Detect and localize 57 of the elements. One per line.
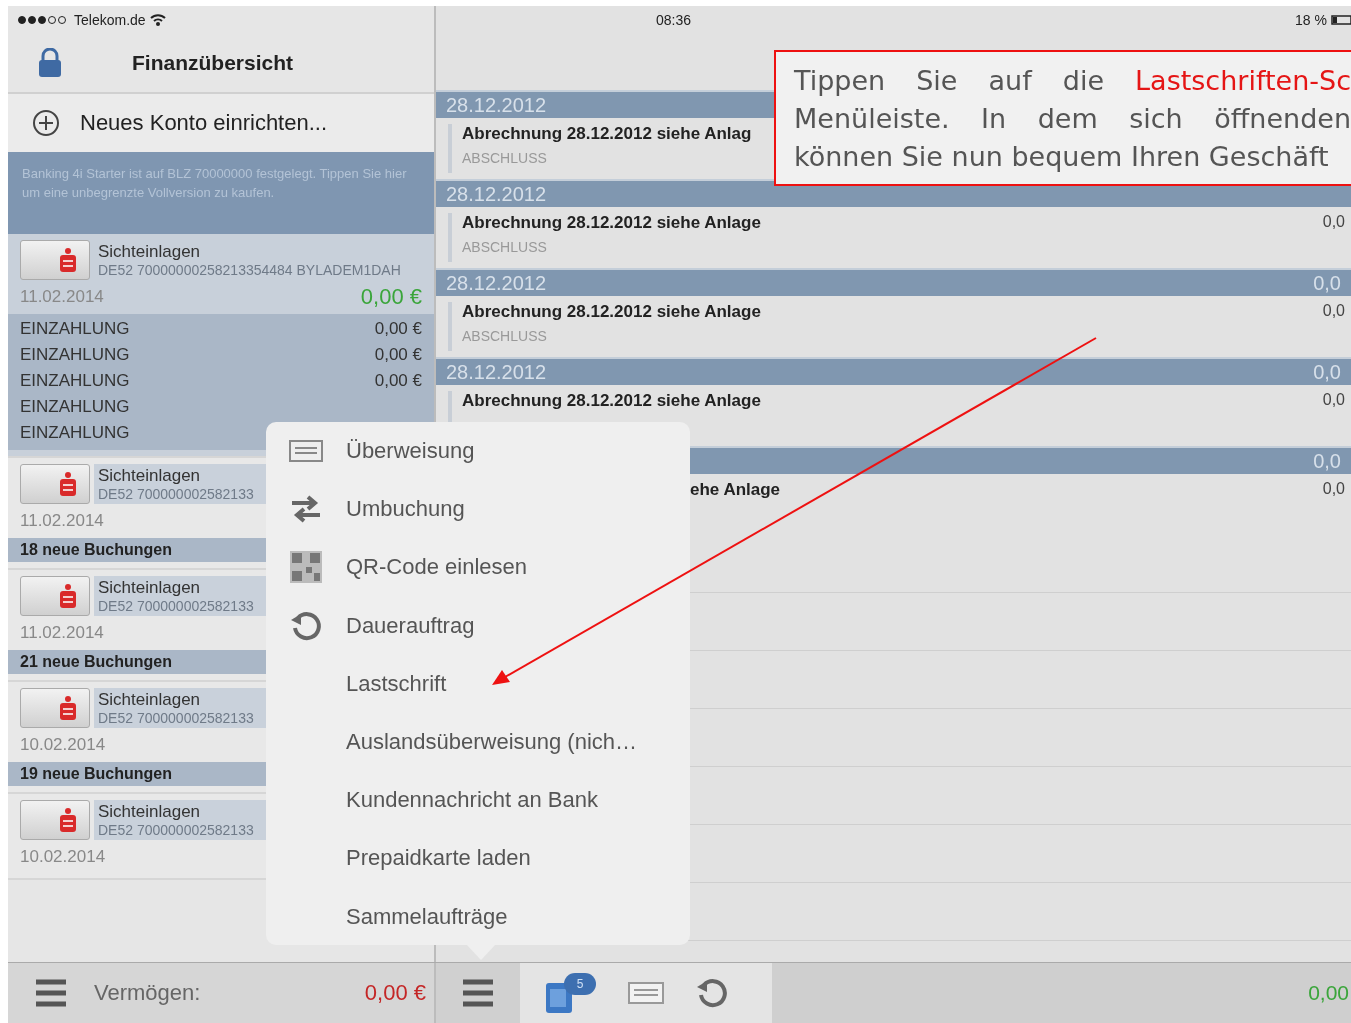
balance-amount: 0,00 <box>1308 981 1349 1005</box>
transaction-title: ehe Anlage <box>689 480 781 500</box>
transaction-type: ABSCHLUSS <box>462 239 548 255</box>
account-date: 10.02.2014 <box>20 847 106 867</box>
booking-type: EINZAHLUNG <box>20 397 130 417</box>
new-bookings-bar: 21 neue Buchungen <box>8 650 266 674</box>
new-bookings-bar: 19 neue Buchungen <box>8 762 266 786</box>
transaction-amount: 0,0 <box>1322 302 1345 321</box>
booking-type: EINZAHLUNG <box>20 345 130 365</box>
day-amount: 0,0 <box>1313 449 1341 473</box>
transaction-type: ABSCHLUSS <box>462 150 548 166</box>
transaction-title: Abrechnung 28.12.2012 siehe Anlage <box>462 302 761 322</box>
transaction-type: ABSCHLUSS <box>462 328 548 344</box>
account-iban: DE52 700000002582133 <box>98 710 255 726</box>
account-date: 11.02.2014 <box>20 623 104 643</box>
booking-amount: 0,00 € <box>374 319 422 339</box>
callout-text: können Sie nun bequem Ihren Geschäft <box>794 140 1330 174</box>
carrier-name: Telekom.de <box>74 12 146 28</box>
booking-amount: 0,00 € <box>374 345 422 365</box>
transaction-date: 28.12.2012 <box>446 182 547 206</box>
callout-text: Menüleiste. In dem sich öffnenden <box>794 102 1351 136</box>
transaction-amount: 0,0 <box>1322 213 1345 232</box>
account-name: Sichteinlagen <box>98 802 202 822</box>
day-amount: 0,0 <box>1313 360 1341 384</box>
account-name: Sichteinlagen <box>98 578 202 598</box>
callout-text: Tippen Sie auf die Lastschriften-Sc <box>794 64 1351 98</box>
transaction-amount: 0,0 <box>1322 391 1345 410</box>
account-date: 10.02.2014 <box>20 735 106 755</box>
assets-total: 0,00 € <box>364 980 426 1006</box>
account-date: 11.02.2014 <box>20 287 104 307</box>
account-name: Sichteinlagen <box>98 242 202 262</box>
transaction-title: Abrechnung 28.12.2012 siehe Anlage <box>462 213 761 233</box>
account-iban: DE52 700000002582133 <box>98 822 255 838</box>
transaction-title: Abrechnung 28.12.2012 siehe Anlag <box>462 124 752 144</box>
account-iban: DE52 70000000258213354484 BYLADEM1DAH <box>98 262 401 278</box>
booking-amount: 0,00 € <box>374 371 422 391</box>
new-bookings-bar: 18 neue Buchungen <box>8 538 266 562</box>
booking-type: EINZAHLUNG <box>20 371 130 391</box>
account-date: 11.02.2014 <box>20 511 104 531</box>
assets-label: Vermögen: <box>94 980 202 1006</box>
transaction-date: 28.12.2012 <box>446 360 547 384</box>
count-badge: 5 <box>564 973 596 995</box>
booking-type: EINZAHLUNG <box>20 319 130 339</box>
account-name: Sichteinlagen <box>98 466 202 486</box>
account-iban: DE52 700000002582133 <box>98 598 255 614</box>
sidebar-title: Finanzübersicht <box>132 51 294 75</box>
transaction-title: Abrechnung 28.12.2012 siehe Anlage <box>462 391 761 411</box>
account-balance: 0,00 € <box>360 284 422 310</box>
battery-level: 18 % <box>1295 12 1327 28</box>
transaction-date: 28.12.2012 <box>446 271 547 295</box>
booking-type: EINZAHLUNG <box>20 423 130 443</box>
day-amount: 0,0 <box>1313 271 1341 295</box>
account-iban: DE52 700000002582133 <box>98 486 255 502</box>
transaction-date: 28.12.2012 <box>446 93 547 117</box>
transaction-amount: 0,0 <box>1322 480 1345 499</box>
account-name: Sichteinlagen <box>98 690 202 710</box>
clock-time: 08:36 <box>656 12 692 28</box>
